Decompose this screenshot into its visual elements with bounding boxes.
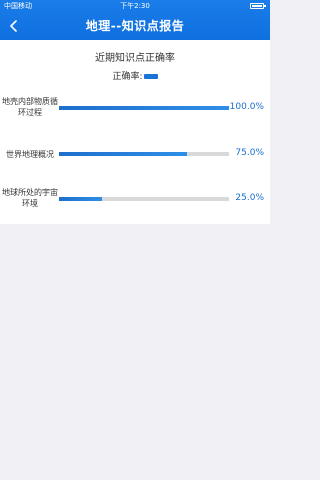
status-bar: 中国移动 下午2:30	[0, 0, 270, 12]
bar	[59, 197, 102, 201]
accuracy-chart-card: 近期知识点正确率 正确率: 地壳内部物质循环过程 100.0% 世界地理概况 75.0…	[0, 40, 270, 224]
bar-value-label: 75.0%	[235, 148, 264, 158]
top-bar: 中国移动 下午2:30 地理--知识点报告	[0, 0, 270, 40]
chart-legend: 正确率:	[0, 69, 270, 82]
bar-track	[59, 197, 229, 201]
legend-label: 正确率:	[112, 72, 143, 82]
page-title: 地理--知识点报告	[85, 19, 185, 33]
bar-label: 地壳内部物质循环过程	[2, 97, 58, 117]
bar-value-label: 25.0%	[235, 193, 264, 203]
battery-icon	[250, 3, 266, 9]
bar	[59, 152, 187, 156]
nav-bar: 地理--知识点报告	[0, 12, 270, 40]
status-time: 下午2:30	[120, 2, 150, 10]
legend-swatch	[143, 74, 158, 79]
bar-label: 地球所处的宇宙环境	[2, 188, 58, 208]
bar	[59, 106, 229, 110]
bar-value-label: 100.0%	[229, 102, 264, 112]
chart-title: 近期知识点正确率	[95, 53, 175, 64]
bar-label: 世界地理概况	[6, 150, 54, 159]
bar-track	[59, 152, 229, 156]
bar-track	[59, 106, 229, 110]
